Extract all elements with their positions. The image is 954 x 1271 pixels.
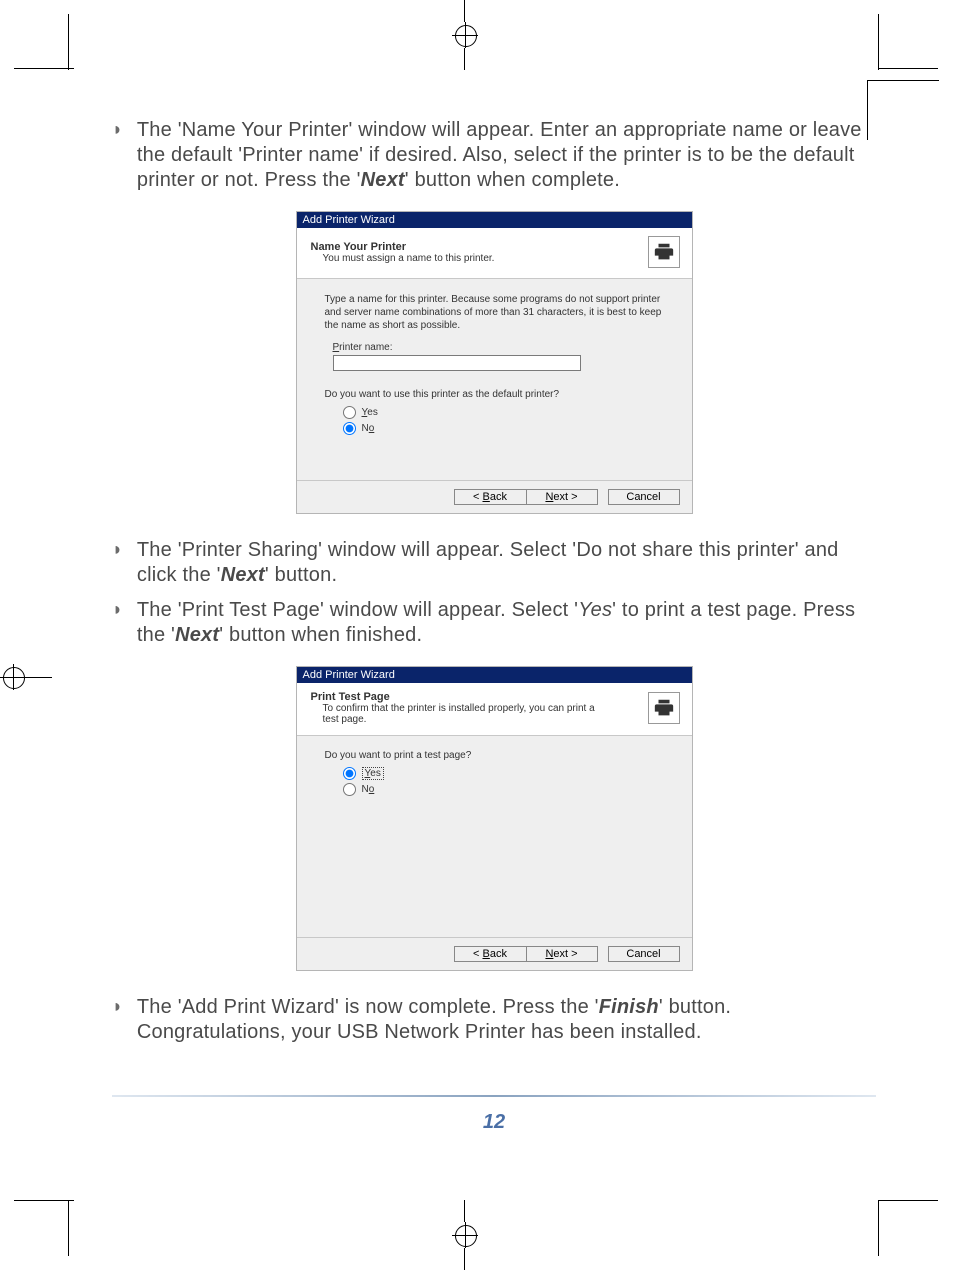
radio-no[interactable] — [343, 783, 356, 796]
bullet-item: ◗ The 'Print Test Page' window will appe… — [112, 598, 876, 648]
cancel-button[interactable]: Cancel — [608, 489, 680, 505]
bullet-text: The 'Print Test Page' window will appear… — [137, 598, 876, 648]
wizard-titlebar: Add Printer Wizard — [297, 212, 692, 228]
wizard-titlebar: Add Printer Wizard — [297, 667, 692, 683]
bullet-text: The 'Add Print Wizard' is now complete. … — [137, 995, 876, 1045]
bullet-item: ◗ The 'Printer Sharing' window will appe… — [112, 538, 876, 588]
bullet-icon: ◗ — [112, 118, 123, 193]
back-button[interactable]: < Back — [454, 946, 526, 962]
wizard-print-test-page: Add Printer Wizard Print Test Page To co… — [296, 666, 693, 971]
wizard-subheading: To confirm that the printer is installed… — [323, 703, 611, 725]
wizard-note: Type a name for this printer. Because so… — [325, 293, 672, 332]
bullet-icon: ◗ — [112, 995, 123, 1045]
radio-yes[interactable] — [343, 767, 356, 780]
next-button[interactable]: Next > — [526, 946, 598, 962]
wizard-heading: Name Your Printer — [311, 241, 495, 253]
cancel-button[interactable]: Cancel — [608, 946, 680, 962]
printer-icon — [648, 236, 680, 268]
bullet-text: The 'Name Your Printer' window will appe… — [137, 118, 876, 193]
next-button[interactable]: Next > — [526, 489, 598, 505]
back-button[interactable]: < Back — [454, 489, 526, 505]
default-printer-question: Do you want to use this printer as the d… — [325, 389, 672, 400]
bullet-item: ◗ The 'Name Your Printer' window will ap… — [112, 118, 876, 193]
radio-no-label: No — [362, 423, 375, 434]
radio-no[interactable] — [343, 422, 356, 435]
radio-no-label: No — [362, 784, 375, 795]
wizard-heading: Print Test Page — [311, 691, 611, 703]
printer-name-field[interactable] — [333, 355, 581, 371]
radio-yes-label: Yes — [362, 407, 378, 418]
test-page-question: Do you want to print a test page? — [325, 750, 672, 761]
footer-rule — [112, 1095, 876, 1097]
bullet-text: The 'Printer Sharing' window will appear… — [137, 538, 876, 588]
bullet-item: ◗ The 'Add Print Wizard' is now complete… — [112, 995, 876, 1045]
page-number: 12 — [112, 1111, 876, 1134]
printer-name-label: Printer name: — [333, 342, 672, 353]
printer-icon — [648, 692, 680, 724]
radio-yes[interactable] — [343, 406, 356, 419]
bullet-icon: ◗ — [112, 598, 123, 648]
bullet-icon: ◗ — [112, 538, 123, 588]
radio-yes-label: Yes — [362, 767, 384, 780]
wizard-subheading: You must assign a name to this printer. — [323, 253, 495, 264]
wizard-name-your-printer: Add Printer Wizard Name Your Printer You… — [296, 211, 693, 514]
